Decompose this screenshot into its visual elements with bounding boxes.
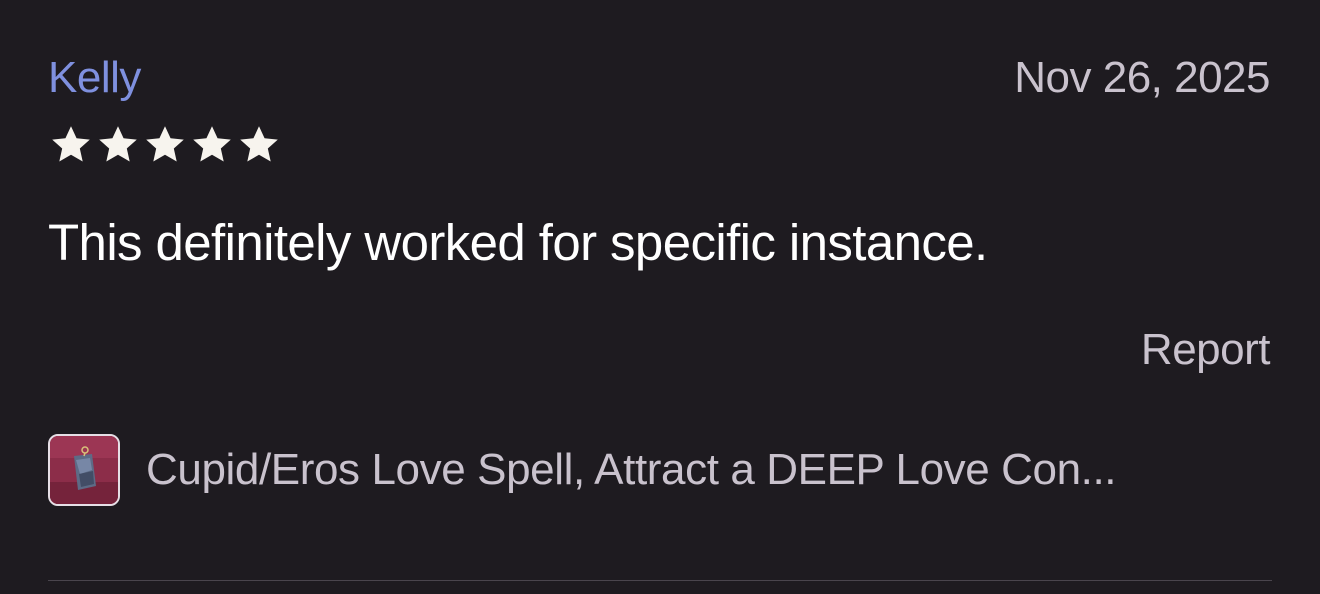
review-body: This definitely worked for specific inst… xyxy=(48,214,988,271)
divider xyxy=(48,580,1272,581)
star-icon xyxy=(95,122,141,168)
star-rating xyxy=(48,122,282,168)
star-icon xyxy=(48,122,94,168)
product-title: Cupid/Eros Love Spell, Attract a DEEP Lo… xyxy=(146,445,1117,494)
report-link[interactable]: Report xyxy=(1141,322,1271,378)
review-card: Kelly Nov 26, 2025 This definitely worke… xyxy=(0,0,1320,594)
review-date: Nov 26, 2025 xyxy=(1014,53,1270,102)
star-icon xyxy=(142,122,188,168)
reviewed-product-link[interactable]: Cupid/Eros Love Spell, Attract a DEEP Lo… xyxy=(48,432,1270,508)
star-icon xyxy=(236,122,282,168)
reviewer-name[interactable]: Kelly xyxy=(48,50,141,106)
product-thumbnail xyxy=(48,434,120,506)
star-icon xyxy=(189,122,235,168)
